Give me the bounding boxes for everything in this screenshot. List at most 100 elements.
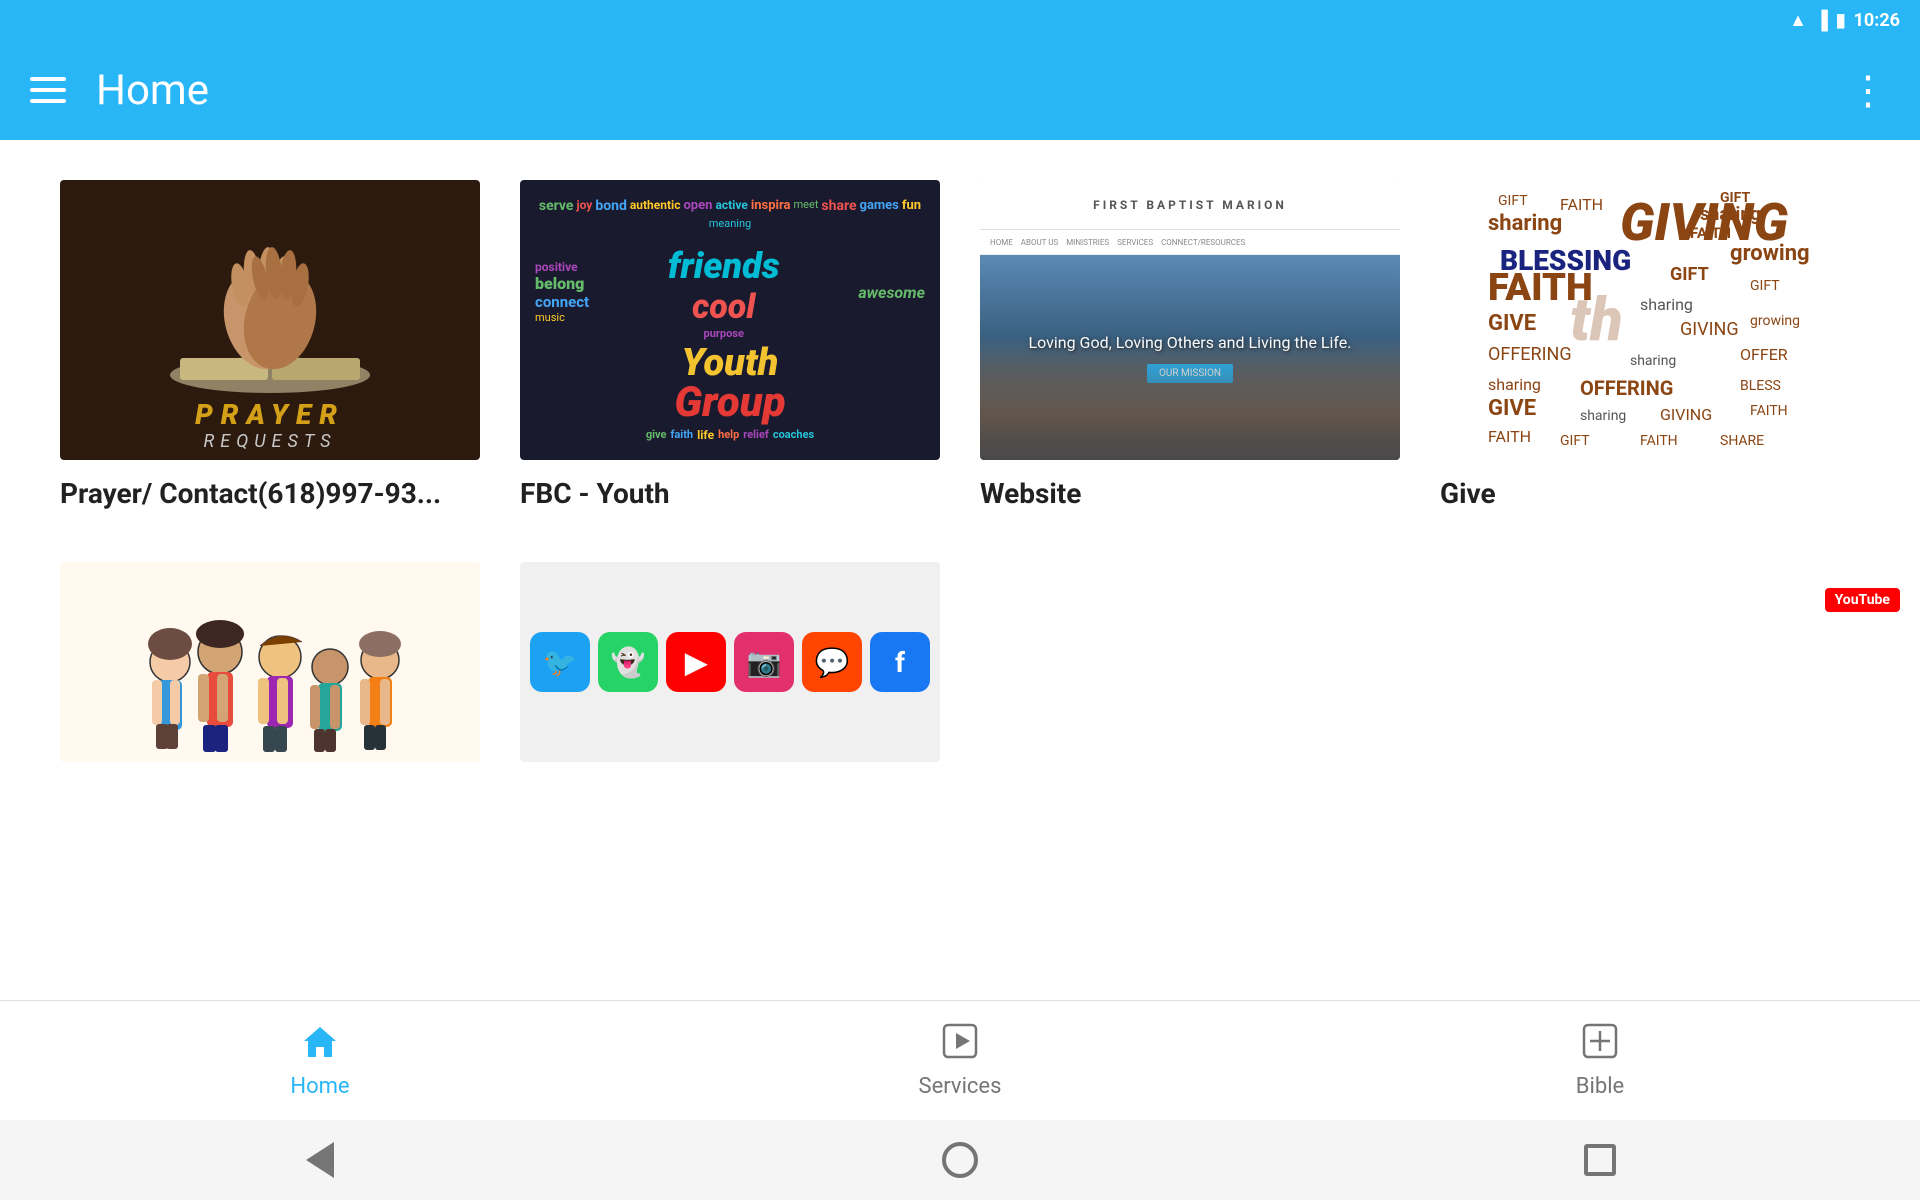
more-vertical-icon[interactable]: ⋮: [1848, 67, 1890, 114]
youth-title-area: Youth Group: [674, 344, 785, 424]
snapchat-icon-box: 👻: [598, 632, 658, 692]
youth-card[interactable]: serve joy bond authentic open active ins…: [520, 180, 940, 512]
prayer-word-p: PRAYER: [68, 398, 472, 431]
give-background: GIVING BLESSING sharing GIFT FAITH shari…: [1440, 180, 1860, 460]
system-navigation: [0, 1120, 1920, 1200]
app-bar-left: Home: [30, 66, 209, 115]
youth-right-words: awesome: [858, 283, 925, 302]
youth-word-cool: cool: [668, 287, 780, 327]
youth-card-image: serve joy bond authentic open active ins…: [520, 180, 940, 460]
svg-text:GIFT: GIFT: [1720, 190, 1750, 206]
website-nav-home: HOME: [990, 238, 1013, 247]
recents-button[interactable]: [1570, 1135, 1630, 1185]
svg-text:FAITH: FAITH: [1640, 433, 1678, 449]
give-card-image: GIVING BLESSING sharing GIFT FAITH shari…: [1440, 180, 1860, 460]
website-card[interactable]: FIRST BAPTIST MARION HOME ABOUT US MINIS…: [980, 180, 1400, 512]
prayer-card[interactable]: PRAYER REQUESTS Prayer/ Contact(618)997-…: [60, 180, 480, 512]
nav-bible-item[interactable]: Bible: [1540, 1023, 1660, 1099]
youth-word-group: Group: [674, 382, 785, 424]
instagram-icon-box: 📷: [734, 632, 794, 692]
status-bar: ▲ ▐ ▮ 10:26: [0, 0, 1920, 40]
home-nav-label: Home: [290, 1074, 349, 1099]
home-button[interactable]: [930, 1135, 990, 1185]
home-circle-icon: [942, 1142, 978, 1178]
youth-word-joy: joy: [576, 198, 592, 214]
twitter-icon-box: 🐦: [530, 632, 590, 692]
svg-text:GIFT: GIFT: [1498, 193, 1528, 209]
svg-text:BLESS: BLESS: [1740, 378, 1781, 394]
social-card[interactable]: 🐦 👻 ▶ 📷 💬 f YouTube: [520, 562, 940, 762]
battery-icon: ▮: [1836, 10, 1846, 31]
youth-words-top: serve joy bond authentic open active ins…: [530, 198, 930, 230]
services-icon-svg: [942, 1023, 978, 1059]
website-nav-ministries: MINISTRIES: [1066, 238, 1109, 247]
give-card[interactable]: GIVING BLESSING sharing GIFT FAITH shari…: [1440, 180, 1860, 512]
website-nav-bar: HOME ABOUT US MINISTRIES SERVICES CONNEC…: [980, 230, 1400, 255]
svg-text:sharing: sharing: [1580, 408, 1626, 424]
website-header: FIRST BAPTIST MARION: [980, 180, 1400, 230]
youth-word-share: share: [821, 198, 856, 214]
prayer-card-image: PRAYER REQUESTS: [60, 180, 480, 460]
svg-text:GIVE: GIVE: [1488, 396, 1536, 421]
svg-text:growing: growing: [1730, 241, 1810, 266]
back-arrow-icon: [306, 1142, 334, 1178]
website-nav-services: SERVICES: [1117, 238, 1153, 247]
back-button[interactable]: [290, 1135, 350, 1185]
svg-text:OFFERING: OFFERING: [1580, 376, 1673, 400]
give-card-label: Give: [1440, 476, 1860, 512]
bible-icon-svg: [1582, 1023, 1618, 1059]
card-grid: PRAYER REQUESTS Prayer/ Contact(618)997-…: [60, 180, 1860, 512]
home-nav-icon: [302, 1023, 338, 1068]
bottom-navigation: Home Services Bible: [0, 1000, 1920, 1120]
youth-content: serve joy bond authentic open active ins…: [530, 190, 930, 450]
nav-services-item[interactable]: Services: [900, 1023, 1020, 1099]
youth-word-serve: serve: [539, 198, 574, 214]
svg-text:sharing: sharing: [1630, 353, 1676, 369]
youth-word-fun: fun: [902, 198, 921, 214]
app-bar: Home ⋮: [0, 40, 1920, 140]
svg-text:GIVE: GIVE: [1488, 311, 1536, 336]
svg-text:GIFT: GIFT: [1750, 278, 1780, 294]
prayer-card-label: Prayer/ Contact(618)997-93...: [60, 476, 480, 512]
svg-text:growing: growing: [1750, 313, 1800, 329]
youth-word-bond: bond: [595, 198, 627, 214]
kids-svg: [120, 562, 420, 762]
youth-left-words: positive belong connect music: [535, 260, 589, 324]
hamburger-line-2: [30, 88, 66, 92]
youtube-icon-box: ▶: [666, 632, 726, 692]
kids-card[interactable]: [60, 562, 480, 762]
svg-text:sharing: sharing: [1488, 375, 1541, 394]
prayer-hands-svg: [160, 200, 380, 400]
kids-background: [60, 562, 480, 762]
svg-text:sharing: sharing: [1640, 295, 1693, 314]
social-card-image: 🐦 👻 ▶ 📷 💬 f YouTube: [520, 562, 940, 762]
website-nav-about: ABOUT US: [1021, 238, 1058, 247]
youth-bottom-words: give faith life help relief coaches: [642, 424, 818, 446]
svg-text:FAITH: FAITH: [1750, 403, 1788, 419]
svg-text:GIVING: GIVING: [1660, 405, 1712, 424]
youth-word-games: games: [860, 198, 899, 214]
website-nav-connect: CONNECT/RESOURCES: [1161, 238, 1245, 247]
svg-text:SHARE: SHARE: [1720, 433, 1764, 449]
svg-text:GIFT: GIFT: [1560, 433, 1590, 449]
svg-text:th: th: [1570, 284, 1623, 355]
svg-text:OFFER: OFFER: [1740, 345, 1788, 364]
time-display: 10:26: [1854, 10, 1900, 31]
wifi-icon: ▲: [1789, 10, 1807, 31]
prayer-word-requests: REQUESTS: [68, 431, 472, 452]
social-background: 🐦 👻 ▶ 📷 💬 f YouTube: [520, 562, 940, 762]
svg-text:FAITH: FAITH: [1560, 195, 1603, 214]
hamburger-line-3: [30, 99, 66, 103]
youth-word-friends: friends: [668, 245, 780, 287]
website-site-title: FIRST BAPTIST MARION: [1093, 198, 1287, 212]
page-title: Home: [96, 66, 209, 115]
hamburger-line-1: [30, 77, 66, 81]
svg-text:sharing: sharing: [1700, 204, 1761, 225]
hamburger-menu-button[interactable]: [30, 77, 66, 103]
kids-card-image: [60, 562, 480, 762]
prayer-background: PRAYER REQUESTS: [60, 180, 480, 460]
services-nav-icon: [942, 1023, 978, 1068]
youth-word-open: open: [683, 198, 712, 214]
nav-home-item[interactable]: Home: [260, 1023, 380, 1099]
svg-text:FAITH: FAITH: [1488, 427, 1531, 446]
